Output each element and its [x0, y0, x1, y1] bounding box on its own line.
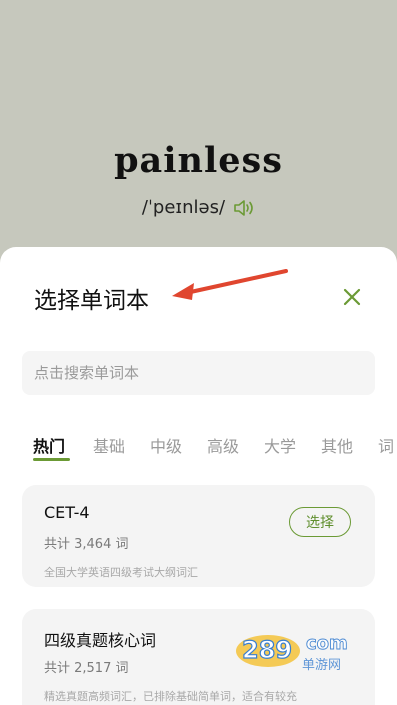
- wordbook-description: 全国大学英语四级考试大纲词汇: [44, 566, 198, 579]
- tab-label: 热门: [33, 437, 66, 456]
- wordbook-card[interactable]: CET-4 共计 3,464 词 全国大学英语四级考试大纲词汇 选择: [22, 485, 375, 587]
- wordbook-search-input[interactable]: [22, 351, 375, 395]
- site-watermark-logo: 289 com 单游网: [236, 633, 348, 673]
- svg-text:单游网: 单游网: [302, 658, 341, 673]
- wordbook-description: 精选真题高频词汇，已排除基础简单词，适合有较充: [44, 690, 297, 703]
- wordbook-count: 共计 2,517 词: [44, 661, 129, 676]
- annotation-arrow-icon: [172, 269, 288, 300]
- tab-basic[interactable]: 基础: [93, 433, 125, 457]
- sheet-title: 选择单词本: [34, 288, 149, 314]
- svg-text:com: com: [306, 633, 348, 654]
- select-button[interactable]: 选择: [289, 507, 351, 537]
- tab-advanced[interactable]: 高级: [207, 433, 239, 457]
- wordbook-title: CET-4: [44, 503, 90, 522]
- wordbook-title: 四级真题核心词: [44, 631, 157, 650]
- word-title: painless: [114, 140, 283, 181]
- phonetic-text: /ˈpeɪnləs/: [141, 197, 226, 218]
- close-icon[interactable]: [340, 285, 364, 309]
- tab-more[interactable]: 词: [378, 433, 394, 457]
- tab-intermediate[interactable]: 中级: [150, 433, 182, 457]
- svg-text:289: 289: [242, 636, 292, 664]
- phonetic-row: /ˈpeɪnləs/: [0, 197, 397, 218]
- tab-university[interactable]: 大学: [264, 433, 296, 457]
- tab-hot[interactable]: 热门: [33, 433, 70, 461]
- speaker-icon[interactable]: [233, 198, 255, 218]
- active-tab-indicator: [33, 458, 70, 461]
- wordbook-count: 共计 3,464 词: [44, 537, 129, 552]
- word-header: painless /ˈpeɪnləs/: [0, 0, 397, 250]
- tab-other[interactable]: 其他: [321, 433, 353, 457]
